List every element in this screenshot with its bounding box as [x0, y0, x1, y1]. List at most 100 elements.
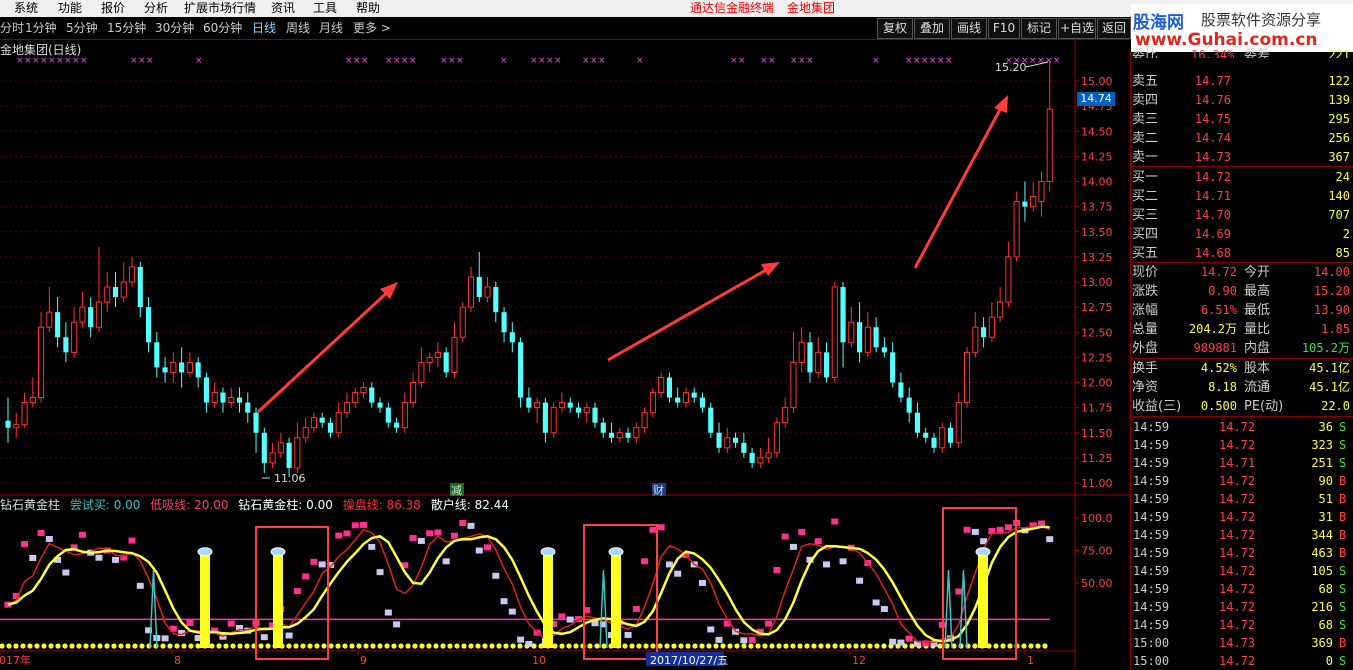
menu-analysis[interactable]: 分析 — [144, 0, 168, 17]
signal-x-mark: × — [56, 56, 64, 66]
logo-tagline: 股票软件资源分享 — [1201, 11, 1322, 29]
ad-link-terminal[interactable]: 通达信金融终端 — [690, 0, 774, 17]
sell-row[interactable]: 卖四 14.76 139 — [1131, 91, 1353, 110]
add-watchlist-button[interactable]: +自选 — [1058, 18, 1096, 39]
candle — [294, 422, 301, 473]
base-dot — [909, 643, 915, 649]
sell-row[interactable]: 卖三 14.75 295 — [1131, 110, 1353, 129]
base-dot — [832, 643, 838, 649]
candle — [1030, 181, 1037, 212]
tick-price: 14.72 — [1219, 546, 1256, 560]
price-tick-label: 11.25 — [1081, 452, 1113, 465]
candle — [988, 302, 995, 343]
retail-block — [343, 530, 351, 537]
signal-x-mark: × — [440, 56, 448, 66]
order-diff-value: 221 — [1328, 48, 1350, 58]
signal-x-mark: × — [1045, 56, 1053, 66]
tick-row: 14:59 14.72 68 S — [1131, 616, 1353, 634]
menu-news[interactable]: 资讯 — [271, 0, 295, 17]
trend-arrow-3 — [913, 101, 1006, 269]
base-dot — [937, 643, 943, 649]
tick-volume: 31 — [1318, 510, 1333, 524]
retail-block — [641, 558, 649, 565]
period-tab-more[interactable]: 更多 > — [353, 20, 391, 36]
sell-volume: 367 — [1328, 150, 1350, 164]
period-tab-daily[interactable]: 日线 — [252, 20, 276, 36]
candle — [55, 297, 61, 348]
candle-body — [343, 402, 351, 414]
retail-block — [426, 530, 434, 537]
tick-row: 14:59 14.72 344 B — [1131, 526, 1353, 544]
base-dot — [706, 643, 712, 649]
buy-row[interactable]: 买五 14.68 85 — [1131, 244, 1353, 263]
sell-row[interactable]: 卖二 14.74 256 — [1131, 129, 1353, 148]
period-tab-1min[interactable]: 1分钟 — [25, 20, 57, 36]
retail-block — [657, 524, 665, 531]
base-dot — [97, 643, 103, 649]
candle-body — [120, 281, 127, 298]
candle-body — [542, 402, 548, 433]
buy-row[interactable]: 买四 14.69 2 — [1131, 225, 1353, 244]
tick-volume: 68 — [1318, 582, 1333, 596]
menu-tools[interactable]: 工具 — [313, 0, 337, 17]
indicator-name: 钻石黄金柱 — [0, 498, 61, 512]
candle-body — [1022, 201, 1028, 207]
candle-body — [13, 424, 20, 429]
candle — [434, 342, 441, 368]
menu-system[interactable]: 系统 — [14, 0, 38, 17]
candle-body — [815, 351, 822, 373]
candle-body — [211, 392, 218, 404]
base-dot — [419, 643, 425, 649]
candle-body — [848, 321, 855, 343]
signal-x-mark: × — [798, 56, 806, 66]
adjust-button[interactable]: 复权 — [877, 18, 913, 39]
menu-ext-market[interactable]: 扩展市场行情 — [184, 0, 256, 17]
retail-block — [963, 526, 971, 533]
ad-link-stock[interactable]: 金地集团 — [787, 0, 835, 17]
tick-volume: 0 — [1325, 654, 1333, 668]
tick-direction: B — [1339, 510, 1347, 524]
signal-x-mark: × — [48, 56, 56, 66]
period-tab-60min[interactable]: 60分钟 — [203, 20, 242, 36]
candle-body — [798, 341, 805, 363]
tick-direction: S — [1339, 438, 1347, 452]
retail-block — [889, 638, 897, 645]
draw-button[interactable]: 画线 — [951, 18, 987, 39]
period-tab-timeshare[interactable]: 分时 — [0, 20, 24, 36]
menu-function[interactable]: 功能 — [58, 0, 82, 17]
base-dot — [454, 643, 460, 649]
stat-label: 收益(三) — [1132, 399, 1182, 414]
retail-block — [111, 556, 119, 563]
buy-row[interactable]: 买三 14.70 707 — [1131, 206, 1353, 225]
candle-body — [765, 452, 772, 459]
period-tab-30min[interactable]: 30分钟 — [155, 20, 194, 36]
mark-button[interactable]: 标记 — [1021, 18, 1057, 39]
sell-row[interactable]: 卖五 14.77 122 — [1131, 72, 1353, 91]
buy-row[interactable]: 买二 14.71 140 — [1131, 187, 1353, 206]
menu-help[interactable]: 帮助 — [356, 0, 380, 17]
signal-x-mark: × — [24, 56, 32, 66]
kline-chart[interactable]: × × × × × × × × × × × × × × × × × × × × × × × × × × × × × × × × × × × × × × × ×… — [0, 40, 1130, 669]
base-dot — [776, 643, 782, 649]
menu-quote[interactable]: 报价 — [101, 0, 125, 17]
base-dot — [237, 643, 243, 649]
date-label: 2017/10/27/五 — [650, 654, 728, 667]
period-tab-weekly[interactable]: 周线 — [286, 20, 310, 36]
overlay-button[interactable]: 叠加 — [914, 18, 950, 39]
back-button[interactable]: 返回 — [1097, 18, 1131, 39]
period-tab-monthly[interactable]: 月线 — [319, 20, 343, 36]
base-dot — [104, 643, 110, 649]
signal-x-mark: × — [353, 56, 361, 66]
f10-button[interactable]: F10 — [988, 18, 1020, 39]
base-dot — [1035, 643, 1041, 649]
period-tab-15min[interactable]: 15分钟 — [107, 20, 146, 36]
buy-row[interactable]: 买一 14.72 24 — [1131, 168, 1353, 187]
signal-x-mark: × — [130, 56, 138, 66]
base-dot — [699, 643, 705, 649]
candle-body — [864, 326, 871, 353]
trend-arrow-2-head — [761, 262, 780, 276]
tick-time: 14:59 — [1133, 546, 1170, 560]
period-tab-5min[interactable]: 5分钟 — [66, 20, 98, 36]
sell-row[interactable]: 卖一 14.73 367 — [1131, 148, 1353, 167]
tick-volume: 369 — [1311, 636, 1333, 650]
